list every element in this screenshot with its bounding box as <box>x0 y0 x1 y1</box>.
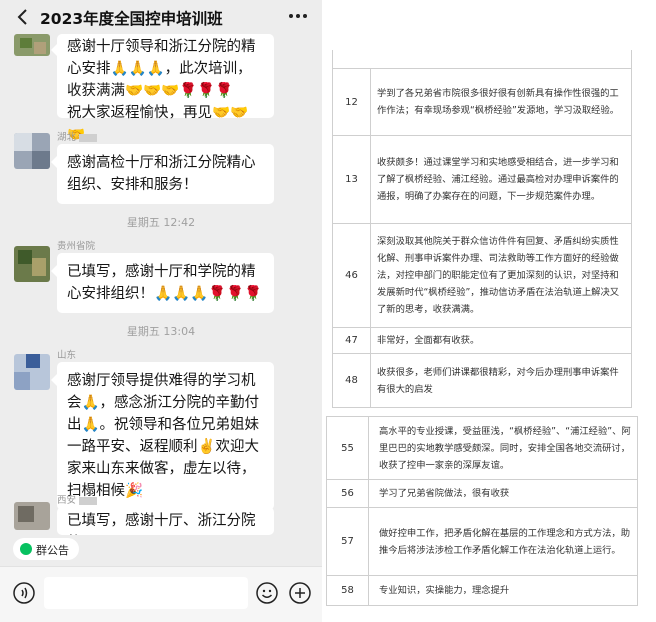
blurred-name <box>79 496 98 505</box>
row-text: 收获很多，老师们讲课都很精彩，对今后办理刑事申诉案件有很大的启发 <box>377 366 619 395</box>
avatar[interactable] <box>14 354 50 390</box>
table-row: 48 收获很多，老师们讲课都很精彩，对今后办理刑事申诉案件有很大的启发 <box>333 354 631 408</box>
plus-icon[interactable] <box>289 582 311 604</box>
row-number: 55 <box>327 417 369 479</box>
chat-panel: 2023年度全国控申培训班 感谢十厅领导和浙江分院的精心安排🙏🙏🙏，此次培训，收… <box>0 0 322 622</box>
notice-icon <box>20 543 32 555</box>
row-number: 58 <box>327 576 369 605</box>
message-text: 已填写，感谢十厅、浙江分院的 <box>67 513 256 529</box>
row-number: 46 <box>333 224 371 327</box>
row-number: 47 <box>333 328 371 353</box>
row-number: 48 <box>333 354 371 407</box>
table-row: 55 高水平的专业授课，受益匪浅，“枫桥经验”、“浦江经验”、阿里巴巴的实地教学… <box>327 416 637 480</box>
message-text: 感谢厅领导提供难得的学习机会🙏，感念浙江分院的辛勤付出🙏。祝领导和各位兄弟姐妹一… <box>67 373 260 499</box>
sender-name: 西安 <box>57 492 98 506</box>
sender-name: 山东 <box>57 350 77 361</box>
table-row: 46 深刻汲取其他院关于群众信访件件有回复、矛盾纠纷实质性化解、刑事申诉案件办理… <box>333 224 631 328</box>
avatar[interactable] <box>14 133 50 169</box>
table-row: 47 非常好，全面都有收获。 <box>333 328 631 354</box>
avatar[interactable] <box>14 502 50 530</box>
row-text: 专业知识，实操能力，理念提升 <box>379 585 510 596</box>
sender-name: 湖北 <box>57 129 98 143</box>
row-text: 学到了各兄弟省市院很多很好很有创新具有操作性很强的工作作法；有幸现场参观“枫桥经… <box>377 88 620 116</box>
blurred-name <box>79 133 98 142</box>
message-bubble: 感谢十厅领导和浙江分院的精心安排🙏🙏🙏，此次培训，收获满满🤝🤝🤝🌹🌹🌹 祝大家返… <box>51 34 274 143</box>
row-number: 13 <box>333 136 371 223</box>
message-bubble: 感谢厅领导提供难得的学习机会🙏，感念浙江分院的辛勤付出🙏。祝领导和各位兄弟姐妹一… <box>51 362 274 510</box>
row-text: 收获颇多！通过课堂学习和实地感受相结合，进一步学习和了解了枫桥经验、浦江经验。通… <box>377 157 619 202</box>
feedback-table-lower: 55 高水平的专业授课，受益匪浅，“枫桥经验”、“浦江经验”、阿里巴巴的实地教学… <box>326 416 638 606</box>
emoji-icon[interactable] <box>256 582 278 604</box>
message-bubble: 已填写，感谢十厅和学院的精心安排组织！🙏🙏🙏🌹🌹🌹 <box>51 253 274 313</box>
feedback-table-upper: 12 学到了各兄弟省市院很多很好很有创新具有操作性很强的工作作法；有幸现场参观“… <box>332 50 632 408</box>
row-text: 高水平的专业授课，受益匪浅，“枫桥经验”、“浦江经验”、阿里巴巴的实地教学感受颇… <box>379 425 631 471</box>
message-bubble: 感谢高检十厅和浙江分院精心组织、安排和服务！ <box>51 144 274 204</box>
more-dots-icon[interactable] <box>286 6 310 26</box>
voice-icon[interactable] <box>13 582 35 604</box>
table-row: 12 学到了各兄弟省市院很多很好很有创新具有操作性很强的工作作法；有幸现场参观“… <box>333 68 631 136</box>
row-number: 12 <box>333 69 371 135</box>
table-row: 58 专业知识，实操能力，理念提升 <box>327 576 637 606</box>
row-text: 做好控申工作，把矛盾化解在基层的工作理念和方式方法，助推今后将涉法涉检工作矛盾化… <box>379 527 631 556</box>
table-row: 57 做好控申工作，把矛盾化解在基层的工作理念和方式方法，助推今后将涉法涉检工作… <box>327 508 637 576</box>
sender-name: 贵州省院 <box>57 241 96 252</box>
timestamp: 星期五 13:04 <box>126 325 196 338</box>
input-bar <box>0 566 322 622</box>
feedback-document: 12 学到了各兄弟省市院很多很好很有创新具有操作性很强的工作作法；有幸现场参观“… <box>322 0 656 622</box>
row-number: 56 <box>327 480 369 507</box>
table-row: 56 学习了兄弟省院做法，很有收获 <box>327 480 637 508</box>
notice-label: 群公告 <box>36 544 69 557</box>
message-input[interactable] <box>44 577 248 609</box>
row-number: 57 <box>327 508 369 575</box>
chat-title: 2023年度全国控申培训班 <box>40 10 223 28</box>
avatar[interactable] <box>14 246 50 282</box>
table-row: 13 收获颇多！通过课堂学习和实地感受相结合，进一步学习和了解了枫桥经验、浦江经… <box>333 136 631 224</box>
timestamp: 星期五 12:42 <box>126 216 196 229</box>
message-bubble: 已填写，感谢十厅、浙江分院的 <box>57 507 274 535</box>
row-text: 深刻汲取其他院关于群众信访件件有回复、矛盾纠纷实质性化解、刑事申诉案件办理、司法… <box>377 236 620 315</box>
avatar[interactable] <box>14 34 50 56</box>
chevron-left-icon[interactable] <box>14 7 30 27</box>
message-text: 已填写，感谢十厅和学院的精心安排组织！🙏🙏🙏🌹🌹🌹 <box>67 264 263 302</box>
row-text: 非常好，全面都有收获。 <box>377 335 480 346</box>
chat-header: 2023年度全国控申培训班 <box>0 0 322 34</box>
row-text: 学习了兄弟省院做法，很有收获 <box>379 488 510 499</box>
group-notice-button[interactable]: 群公告 <box>13 538 79 560</box>
message-text: 感谢高检十厅和浙江分院精心组织、安排和服务！ <box>67 155 256 193</box>
